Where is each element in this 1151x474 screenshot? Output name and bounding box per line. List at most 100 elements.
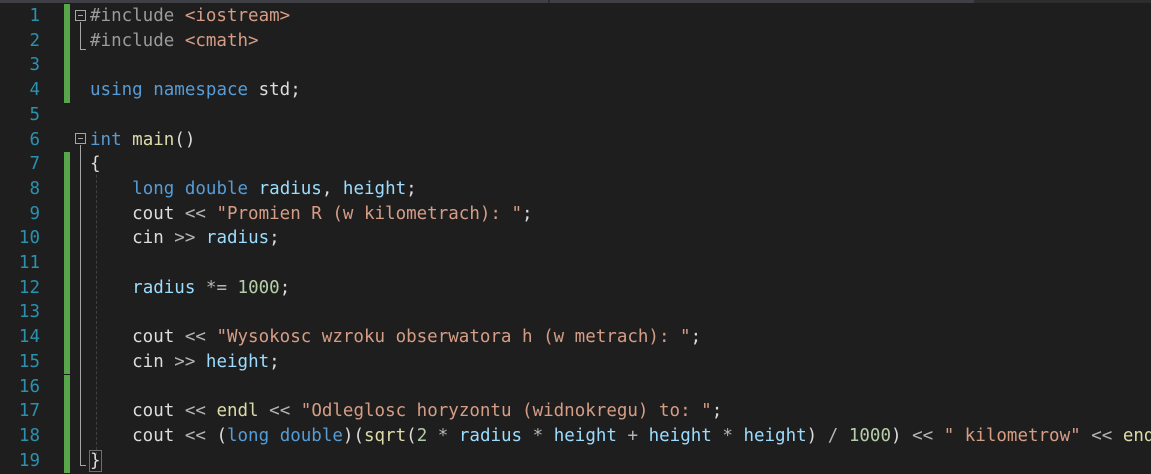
code-token: " kilometrow" [943,425,1081,446]
code-token: 1000 [237,277,280,298]
line-number: 1 [29,6,40,26]
code-line[interactable]: 15 cin >> height; [0,349,1151,375]
fold-guide-line [80,145,81,465]
code-text[interactable]: int main() [90,128,195,153]
line-number: 13 [18,302,40,323]
code-token: height [205,351,270,372]
line-number: 2 [29,30,40,51]
code-token: ; [711,401,723,422]
change-marker [64,176,70,202]
code-token: height [553,425,617,446]
line-number: 19 [18,450,40,471]
code-token: double [184,178,249,199]
code-token: radius [258,178,322,199]
code-token: height [743,425,807,446]
code-token: , [321,178,343,199]
code-token: ; [406,178,417,199]
fold-guide-end [80,465,86,466]
code-line[interactable]: 8 long double radius, height; [0,176,1151,202]
code-editor[interactable]: 1 #include <iostream> 2 #include <cmath> 3 4 u… [0,0,1151,474]
code-token: #include [90,6,185,26]
code-token: 2 [416,425,428,446]
code-line[interactable]: 6 int main() [0,128,1151,153]
line-number: 15 [18,351,40,372]
code-token: ; [279,277,291,298]
code-token: () [174,129,196,150]
code-text[interactable]: long double radius, height; [90,177,417,202]
line-number: 7 [29,154,40,175]
code-line[interactable]: 5 [0,103,1151,128]
code-line[interactable]: 19} [0,448,1151,474]
code-token: << [184,401,206,422]
code-line[interactable]: 16 [0,374,1151,400]
code-token: 1000 [848,425,891,446]
code-text[interactable]: cout << (long double)(sqrt(2 * radius * … [90,424,1151,449]
code-token: ( [205,425,227,446]
code-token: + [627,425,639,446]
line-number: 17 [18,401,40,422]
change-marker [64,28,70,54]
code-line[interactable]: 13 [0,300,1151,326]
code-token: << [1091,425,1113,446]
fold-guide-end [80,49,86,50]
change-marker [64,374,70,400]
fold-collapse-icon[interactable] [75,133,86,144]
code-line[interactable]: 7{ [0,152,1151,177]
change-marker [64,300,70,326]
code-token: << [184,425,206,446]
code-token: int [90,129,122,150]
code-token: cout [90,327,185,348]
code-token: radius [132,277,196,298]
code-line[interactable]: 9 cout << "Promien R (w kilometrach): "; [0,201,1151,227]
code-token: long [132,178,175,199]
code-token: "Odleglosc horyzontu (widnokregu) to: " [300,401,712,422]
code-line[interactable]: 14 cout << "Wysokosc wzroku obserwatora … [0,325,1151,350]
line-number: 14 [18,327,40,348]
code-text[interactable]: #include <iostream> [90,4,290,29]
fold-collapse-icon[interactable] [75,10,86,21]
change-marker [64,275,70,301]
change-marker [64,152,70,177]
code-line[interactable]: 17 cout << endl << "Odleglosc horyzontu … [0,399,1151,424]
code-line[interactable]: 2 #include <cmath> [0,28,1151,54]
code-line[interactable]: 18 cout << (long double)(sqrt(2 * radius… [0,423,1151,449]
change-marker [64,349,70,375]
code-token: << [912,425,934,446]
code-token: radius [205,228,270,249]
line-number: 8 [29,178,40,199]
code-line[interactable]: 10 cin >> radius; [0,226,1151,251]
code-text[interactable]: radius *= 1000; [90,276,290,301]
code-token: *= [205,277,227,298]
code-line[interactable]: 11 [0,251,1151,276]
code-line[interactable]: 3 [0,53,1151,79]
code-token: endl; [1122,425,1151,446]
line-number: 5 [29,104,40,125]
code-text[interactable]: { [90,152,101,177]
code-text[interactable]: #include <cmath> [90,29,259,54]
code-token: <iostream> [184,6,291,26]
code-token: "Promien R (w kilometrach): " [216,203,522,224]
code-text[interactable]: cin >> radius; [90,226,280,251]
scrollbar-segment [0,0,548,3]
code-line[interactable]: 4 using namespace std; [0,78,1151,103]
code-line[interactable]: 1 #include <iostream> [0,4,1151,29]
code-text[interactable]: cout << "Promien R (w kilometrach): "; [90,202,532,227]
code-text[interactable]: using namespace std; [90,78,301,103]
fold-guide-line [80,22,81,49]
code-token: main [132,129,175,150]
code-text[interactable]: cout << endl << "Odleglosc horyzontu (wi… [90,399,722,424]
code-token: cout [90,425,185,446]
code-line[interactable]: 12 radius *= 1000; [0,275,1151,301]
code-text[interactable]: cout << "Wysokosc wzroku obserwatora h (… [90,325,701,350]
code-text[interactable]: cin >> height; [90,350,280,375]
